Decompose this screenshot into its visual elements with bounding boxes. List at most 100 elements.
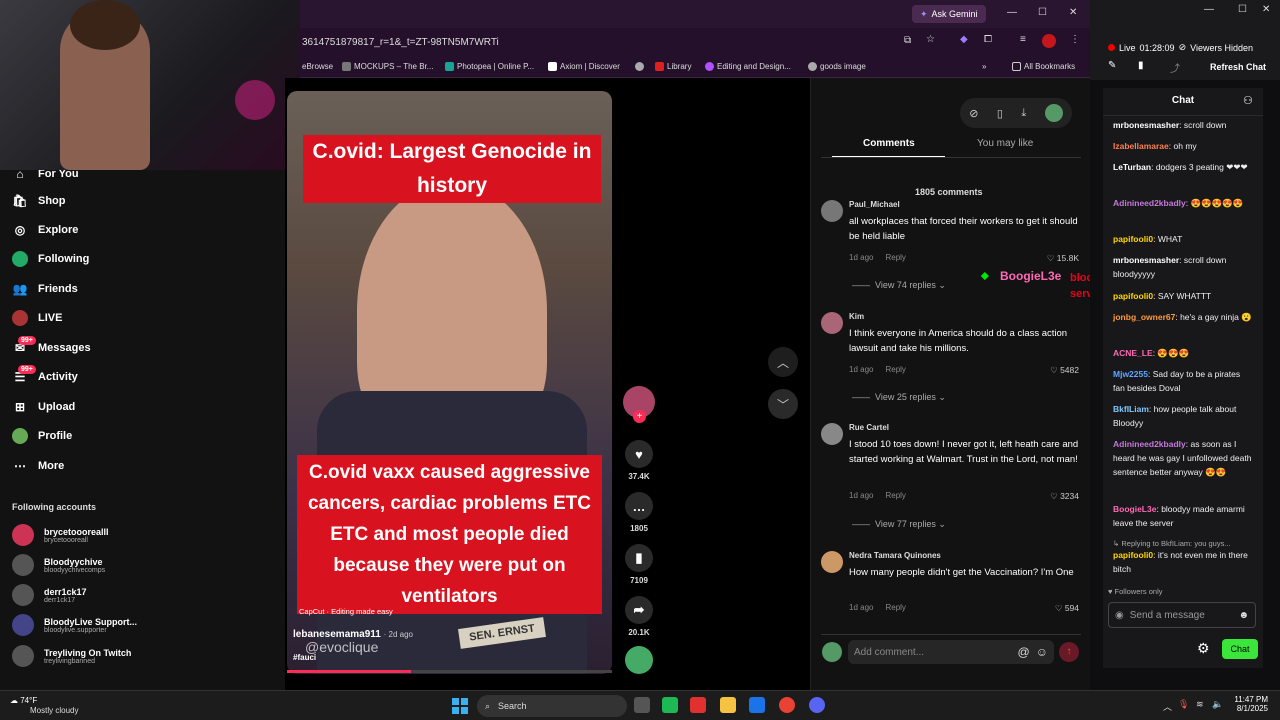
microphone-icon[interactable]: 🎙 [1178,699,1189,710]
avatar[interactable] [821,551,843,573]
chat-username[interactable]: BkfILiam [1113,404,1149,414]
sound-disc-icon[interactable] [625,646,653,674]
edit-icon[interactable]: ✎ [1108,60,1116,71]
bookmark-item[interactable]: Editing and Design... [705,62,791,71]
taskbar-search[interactable]: ⌕ Search [477,695,627,717]
chat-username[interactable]: papifooli0 [1113,291,1153,301]
comment-user[interactable]: Paul_Michael [849,200,900,209]
install-icon[interactable]: ⧉ [904,35,911,46]
comment-likes[interactable]: ♡ 594 [1055,603,1079,614]
chat-username[interactable]: BoogieL3e [1113,504,1156,514]
volume-icon[interactable]: 🔈 [1212,699,1223,710]
chat-username[interactable]: LeTurban [1113,162,1151,172]
nav-more[interactable]: ⋯ More [12,458,64,474]
avatar[interactable] [821,312,843,334]
minimize-button[interactable]: — [1007,7,1017,18]
comment-user[interactable]: Nedra Tamara Quinones [849,551,941,560]
nav-profile[interactable]: Profile [12,428,72,444]
extension-icon[interactable]: ◆ [960,34,968,45]
chat-username[interactable]: mrbonesmasher [1113,255,1179,265]
phone-icon[interactable]: ▯ [997,107,1003,120]
chat-username[interactable]: Mjw2255 [1113,369,1148,379]
add-comment-input[interactable]: Add comment... @ ☺ [848,640,1054,664]
heart-icon[interactable]: ♥ [625,440,653,468]
comment-likes[interactable]: ♡ 5482 [1050,365,1079,376]
nav-following[interactable]: Following [12,251,89,267]
video-hashtag[interactable]: #fauci [293,653,316,662]
bookmark-item[interactable]: MOCKUPS – The Br... [342,62,433,71]
chat-send-button[interactable]: Chat [1222,639,1258,659]
view-replies-button[interactable]: —— View 25 replies ⌄ [852,392,946,403]
following-account[interactable]: BloodyLive Support... bloodylive.supporte… [12,614,137,636]
windows-start-icon[interactable] [452,698,468,714]
reply-button[interactable]: Reply [885,491,905,500]
app-icon[interactable] [662,697,678,713]
reply-button[interactable]: Reply [885,253,905,262]
bookmark-item[interactable] [635,62,644,71]
profile-avatar-icon[interactable] [1042,34,1056,48]
bookmark-star-icon[interactable]: ☆ [926,34,935,45]
nav-upload[interactable]: ⊞ Upload [12,399,75,415]
avatar[interactable] [821,423,843,445]
post-comment-button[interactable]: ↑ [1059,642,1079,662]
chat-username[interactable]: papifooli0 [1113,550,1153,560]
close-button[interactable]: ✕ [1262,4,1270,15]
weather-widget[interactable]: ☁ 74°F Mostly cloudy [10,696,78,715]
taskbar-clock[interactable]: 11:47 PM 8/1/2025 [1224,695,1268,713]
comment-likes[interactable]: ♡ 15.8K [1047,253,1079,264]
save-action[interactable]: ▮ 7109 [624,544,654,585]
avatar[interactable] [821,200,843,222]
creator-avatar[interactable]: + [623,386,655,423]
emoji-icon[interactable]: ☺ [1036,645,1048,659]
youtube-icon[interactable] [690,697,706,713]
following-account[interactable]: Treyliving On Twitch treylivingbanned [12,645,131,667]
comment-likes[interactable]: ♡ 3234 [1050,491,1079,502]
extensions-puzzle-icon[interactable]: ⧠ [984,34,992,45]
video-progress-bar[interactable] [287,670,612,673]
chat-username[interactable]: Adinineed2kbadly [1113,439,1186,449]
nav-shop[interactable]: 🛍 Shop [12,193,65,209]
tab-you-may-like[interactable]: You may like [977,138,1033,149]
bookmarks-overflow-icon[interactable]: » [982,62,986,71]
nav-messages[interactable]: ✉ 99+ Messages [12,336,91,356]
chat-username[interactable]: Adinineed2kbadly [1113,198,1186,208]
like-action[interactable]: ♥ 37.4K [624,440,654,481]
clip-icon[interactable]: ▮ [1138,60,1144,71]
nav-live[interactable]: LIVE [12,310,62,326]
next-video-button[interactable]: ﹀ [768,389,798,419]
video-player[interactable]: C.ovid: Largest Genocide in history C.ov… [287,91,612,674]
media-icon[interactable]: ≡ [1020,34,1026,45]
bookmark-item[interactable]: goods image [808,62,866,71]
address-bar[interactable]: 3614751879817_r=1&_t=ZT-98TN5M7WRTi ⧉ ☆ … [300,28,1090,56]
file-explorer-icon[interactable] [720,697,736,713]
wifi-icon[interactable]: ≋ [1196,699,1204,710]
share-action[interactable]: ➦ 20.1K [624,596,654,637]
chat-username[interactable]: papifooli0 [1113,234,1153,244]
menu-kebab-icon[interactable]: ⋮ [1070,34,1080,45]
embed-icon[interactable]: ⊘ [969,107,978,120]
reply-button[interactable]: Reply [885,603,905,612]
following-account[interactable]: derr1ck17 derr1ck17 [12,584,87,606]
bookmark-item[interactable]: Library [655,62,691,71]
maximize-button[interactable]: ☐ [1238,4,1247,15]
share-icon[interactable]: ⤴ [1170,60,1180,75]
send-message-input[interactable]: ◉ Send a message ☻ [1108,602,1256,628]
following-account[interactable]: Bloodyychive bloodyychivecomps [12,554,105,576]
chevron-up-icon[interactable]: ︿ [1163,700,1172,713]
nav-explore[interactable]: ◎ Explore [12,222,79,238]
minimize-button[interactable]: — [1204,4,1214,15]
follow-plus-icon[interactable]: + [633,410,646,423]
chat-username[interactable]: jonbg_owner67 [1113,312,1175,322]
comment-user[interactable]: Kim [849,312,864,321]
bookmark-item[interactable]: Axiom | Discover [548,62,620,71]
download-icon[interactable]: ⤓ [1021,107,1026,120]
chat-username[interactable]: Izabellamarae [1113,141,1169,151]
following-account[interactable]: brycetooorealll brycetoooreall [12,524,109,546]
mention-icon[interactable]: @ [1018,645,1030,659]
share-icon[interactable]: ➦ [625,596,653,624]
chat-username[interactable]: ACNE_LE [1113,348,1153,358]
bookmark-item[interactable]: eBrowse [302,62,333,71]
chat-settings-icon[interactable]: ⚙ [1197,640,1210,657]
emote-icon[interactable]: ☻ [1238,610,1249,621]
maximize-button[interactable]: ☐ [1038,7,1047,18]
